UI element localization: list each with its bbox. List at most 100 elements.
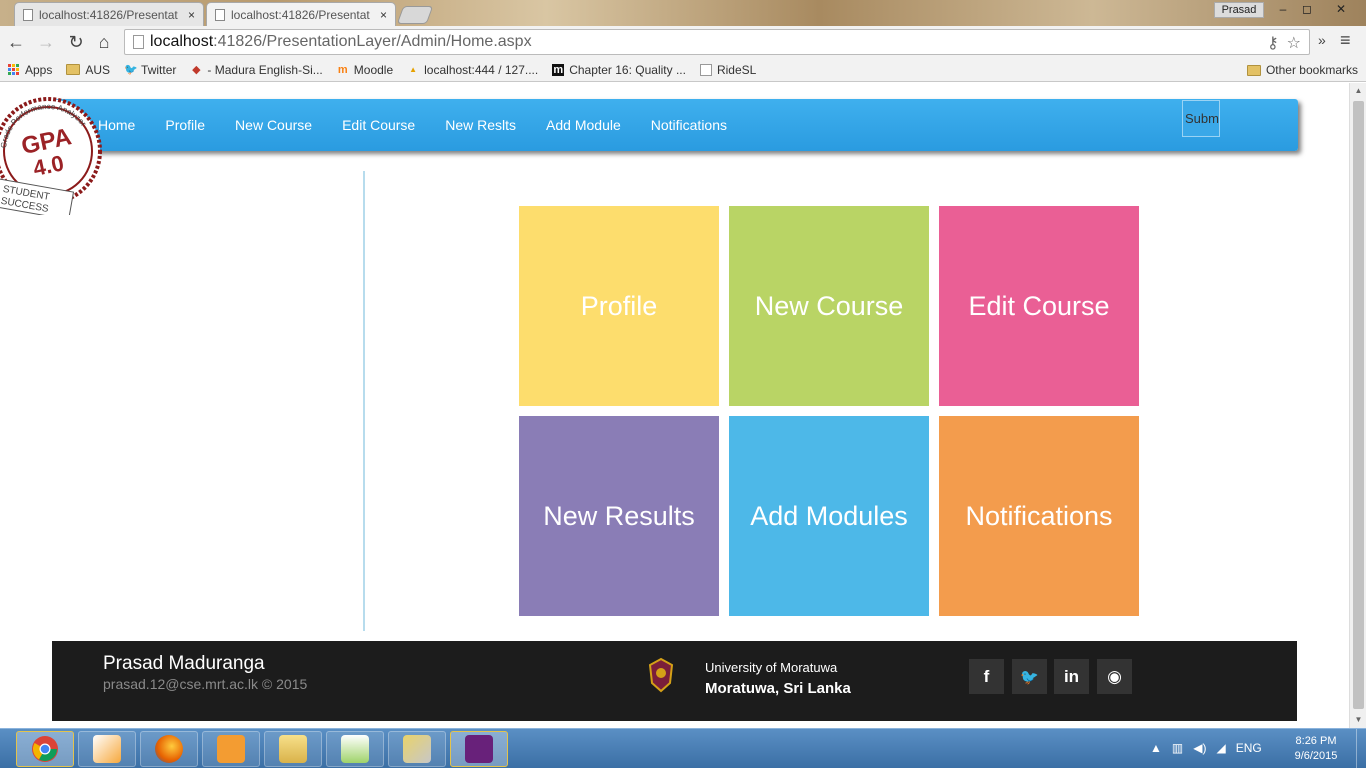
- bookmark-label: Moodle: [353, 62, 394, 77]
- system-tray: ▲ ▥ ◀) ◢ ENG: [1150, 741, 1262, 755]
- taskbar-media-player[interactable]: [202, 731, 260, 767]
- folder-icon: [66, 64, 81, 75]
- university-name: University of Moratuwa: [705, 660, 838, 675]
- system-clock[interactable]: 8:26 PM 9/6/2015: [1290, 734, 1342, 764]
- bookmark-label: localhost:444 / 127....: [424, 62, 539, 77]
- language-indicator[interactable]: ENG: [1236, 741, 1262, 755]
- tile-new-results[interactable]: New Results: [519, 416, 719, 616]
- tile-edit-course[interactable]: Edit Course: [939, 206, 1139, 406]
- back-arrow-icon[interactable]: ←: [2, 28, 30, 56]
- nav-add-module[interactable]: Add Module: [546, 117, 621, 133]
- page-footer: Prasad Maduranga prasad.12@cse.mrt.ac.lk…: [52, 641, 1297, 721]
- tab-close-icon[interactable]: ×: [188, 8, 195, 22]
- bookmark-twitter[interactable]: 🐦 Twitter: [124, 63, 176, 77]
- clock-time: 8:26 PM: [1295, 735, 1337, 747]
- madura-icon: ◆: [192, 63, 201, 76]
- folder-icon: [1246, 64, 1261, 76]
- university-location: Moratuwa, Sri Lanka: [705, 680, 851, 697]
- scroll-thumb[interactable]: [1353, 101, 1364, 709]
- window-maximize-button[interactable]: ◻: [1296, 0, 1318, 18]
- taskbar-sublime[interactable]: [78, 731, 136, 767]
- extensions-chevron-icon[interactable]: »: [1318, 32, 1326, 48]
- twitter-icon: 🐦: [124, 63, 138, 76]
- clock-date: 9/6/2015: [1294, 750, 1338, 762]
- taskbar-notepad-plus[interactable]: [326, 731, 384, 767]
- snipping-tool-icon: [403, 735, 431, 763]
- nav-profile[interactable]: Profile: [165, 117, 205, 133]
- bookmark-chapter16[interactable]: m Chapter 16: Quality ...: [552, 63, 686, 77]
- other-bookmarks-label: Other bookmarks: [1265, 63, 1358, 77]
- main-navbar: Home Profile New Course Edit Course New …: [52, 99, 1298, 151]
- tile-profile[interactable]: Profile: [519, 206, 719, 406]
- twitter-icon[interactable]: 🐦: [1012, 659, 1047, 694]
- browser-menu-icon[interactable]: ≡: [1340, 30, 1351, 51]
- facebook-icon[interactable]: f: [969, 659, 1004, 694]
- page-icon: [699, 63, 712, 76]
- volume-icon[interactable]: ◀): [1193, 741, 1206, 755]
- taskbar-firefox[interactable]: [140, 731, 198, 767]
- bookmark-label: Chapter 16: Quality ...: [569, 62, 686, 77]
- page-content: Home Profile New Course Edit Course New …: [0, 83, 1349, 728]
- submit-button[interactable]: Submit: [1182, 100, 1220, 137]
- tray-expand-icon[interactable]: ▲: [1150, 741, 1162, 755]
- github-icon[interactable]: ◉: [1097, 659, 1132, 694]
- home-icon[interactable]: ⌂: [90, 28, 118, 56]
- browser-tab-1[interactable]: localhost:41826/Presentat ×: [14, 2, 204, 26]
- taskbar-visual-studio[interactable]: [450, 731, 508, 767]
- forward-arrow-icon[interactable]: →: [32, 28, 60, 56]
- author-email: prasad.12@cse.mrt.ac.lk © 2015: [103, 676, 308, 692]
- tile-notifications[interactable]: Notifications: [939, 416, 1139, 616]
- tile-new-course[interactable]: New Course: [729, 206, 929, 406]
- bookmarks-bar: Apps AUS 🐦 Twitter ◆ - Madura English-Si…: [0, 58, 1366, 82]
- scroll-down-arrow-icon[interactable]: ▼: [1350, 712, 1366, 728]
- new-tab-button[interactable]: [396, 6, 434, 24]
- browser-toolbar: ← → ↻ ⌂ localhost :41826/PresentationLay…: [0, 26, 1366, 58]
- tab-close-icon[interactable]: ×: [380, 8, 387, 22]
- bookmark-madura[interactable]: ◆ - Madura English-Si...: [190, 63, 323, 77]
- bookmark-localhost[interactable]: ▲ localhost:444 / 127....: [407, 63, 538, 77]
- window-minimize-button[interactable]: –: [1272, 0, 1294, 18]
- moodle-icon: m: [337, 63, 348, 76]
- linkedin-icon[interactable]: in: [1054, 659, 1089, 694]
- taskbar-file-explorer[interactable]: [264, 731, 322, 767]
- sublime-icon: [93, 735, 121, 763]
- nav-new-results[interactable]: New Reslts: [445, 117, 516, 133]
- bookmark-label: Twitter: [141, 62, 177, 77]
- scroll-up-arrow-icon[interactable]: ▲: [1350, 83, 1366, 99]
- bookmark-ridesl[interactable]: RideSL: [699, 63, 756, 77]
- pma-icon: ▲: [409, 64, 418, 74]
- bookmark-moodle[interactable]: m Moodle: [337, 63, 393, 77]
- notepad-plus-icon: [341, 735, 369, 763]
- vertical-divider: [363, 171, 365, 631]
- drive-icon[interactable]: ◢: [1216, 741, 1225, 755]
- bookmark-label: AUS: [85, 62, 111, 77]
- bookmark-star-icon[interactable]: ☆: [1287, 33, 1301, 53]
- visual-studio-icon: [465, 735, 493, 763]
- taskbar-snipping-tool[interactable]: [388, 731, 446, 767]
- page-scrollbar[interactable]: ▲ ▼: [1349, 83, 1366, 728]
- key-icon[interactable]: ⚷: [1267, 33, 1279, 53]
- tile-add-modules[interactable]: Add Modules: [729, 416, 929, 616]
- page-icon: [23, 8, 33, 21]
- chrome-icon: [32, 736, 58, 762]
- nav-edit-course[interactable]: Edit Course: [342, 117, 415, 133]
- bookmark-aus[interactable]: AUS: [66, 63, 110, 77]
- taskbar-chrome[interactable]: [16, 731, 74, 767]
- network-icon[interactable]: ▥: [1172, 741, 1183, 755]
- nav-new-course[interactable]: New Course: [235, 117, 312, 133]
- reload-icon[interactable]: ↻: [62, 28, 90, 56]
- bookmark-apps[interactable]: Apps: [8, 63, 52, 77]
- browser-titlebar: localhost:41826/Presentat × localhost:41…: [0, 0, 1366, 26]
- show-desktop-button[interactable]: [1356, 729, 1366, 768]
- address-bar[interactable]: localhost :41826/PresentationLayer/Admin…: [124, 29, 1310, 55]
- page-icon: [215, 8, 225, 21]
- other-bookmarks[interactable]: Other bookmarks: [1246, 63, 1358, 77]
- browser-tab-2[interactable]: localhost:41826/Presentat ×: [206, 2, 396, 26]
- browser-profile-button[interactable]: Prasad: [1214, 2, 1264, 18]
- nav-notifications[interactable]: Notifications: [651, 117, 727, 133]
- dashboard-tiles: Profile New Course Edit Course New Resul…: [519, 206, 1139, 616]
- firefox-icon: [155, 735, 183, 763]
- page-icon: [133, 35, 144, 49]
- window-close-button[interactable]: ✕: [1324, 0, 1358, 18]
- bookmark-label: Apps: [25, 62, 53, 77]
